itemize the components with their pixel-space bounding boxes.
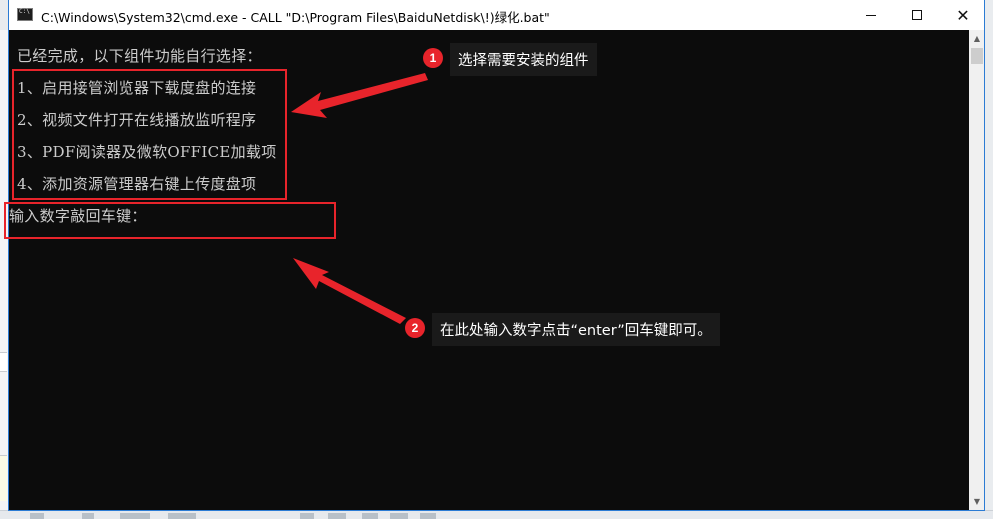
scroll-up-icon[interactable]: ▲ [969, 30, 984, 47]
close-icon: ✕ [956, 5, 970, 25]
close-button[interactable]: ✕ [940, 0, 984, 30]
toolbar-item[interactable] [168, 513, 196, 519]
toolbar-item[interactable] [420, 513, 436, 519]
callout-1-text: 选择需要安装的组件 [450, 43, 597, 76]
toolbar-item[interactable] [300, 513, 314, 519]
toolbar-text-icon[interactable] [30, 513, 44, 519]
screen: C:\Windows\System32\cmd.exe - CALL "D:\P… [0, 0, 993, 519]
input-highlight-box [4, 202, 336, 239]
scroll-thumb[interactable] [971, 48, 983, 64]
cmd-icon[interactable] [17, 8, 33, 21]
toolbar-item[interactable] [120, 513, 150, 519]
options-highlight-box [12, 69, 287, 200]
maximize-button[interactable] [894, 0, 940, 30]
maximize-icon [912, 10, 922, 20]
callout-2-number: 2 [405, 318, 425, 338]
scroll-down-icon[interactable]: ▼ [969, 493, 984, 510]
toolbar-shape-icon[interactable] [82, 513, 94, 519]
callout-2-text: 在此处输入数字点击“enter”回车键即可。 [432, 313, 720, 346]
vertical-scrollbar[interactable]: ▲ ▼ [969, 30, 984, 510]
minimize-icon [866, 14, 876, 16]
window-title: C:\Windows\System32\cmd.exe - CALL "D:\P… [41, 10, 550, 25]
toolbar-item[interactable] [328, 513, 346, 519]
callout-1-number: 1 [423, 48, 443, 68]
title-bar[interactable]: C:\Windows\System32\cmd.exe - CALL "D:\P… [9, 0, 984, 30]
minimize-button[interactable] [848, 0, 894, 30]
toolbar-item[interactable] [362, 513, 378, 519]
toolbar-item[interactable] [390, 513, 408, 519]
background-app-toolbar [0, 510, 993, 519]
background-app-marker [0, 352, 7, 372]
console-line: 已经完成，以下组件功能自行选择： [17, 47, 262, 65]
background-app-panel [0, 455, 7, 501]
